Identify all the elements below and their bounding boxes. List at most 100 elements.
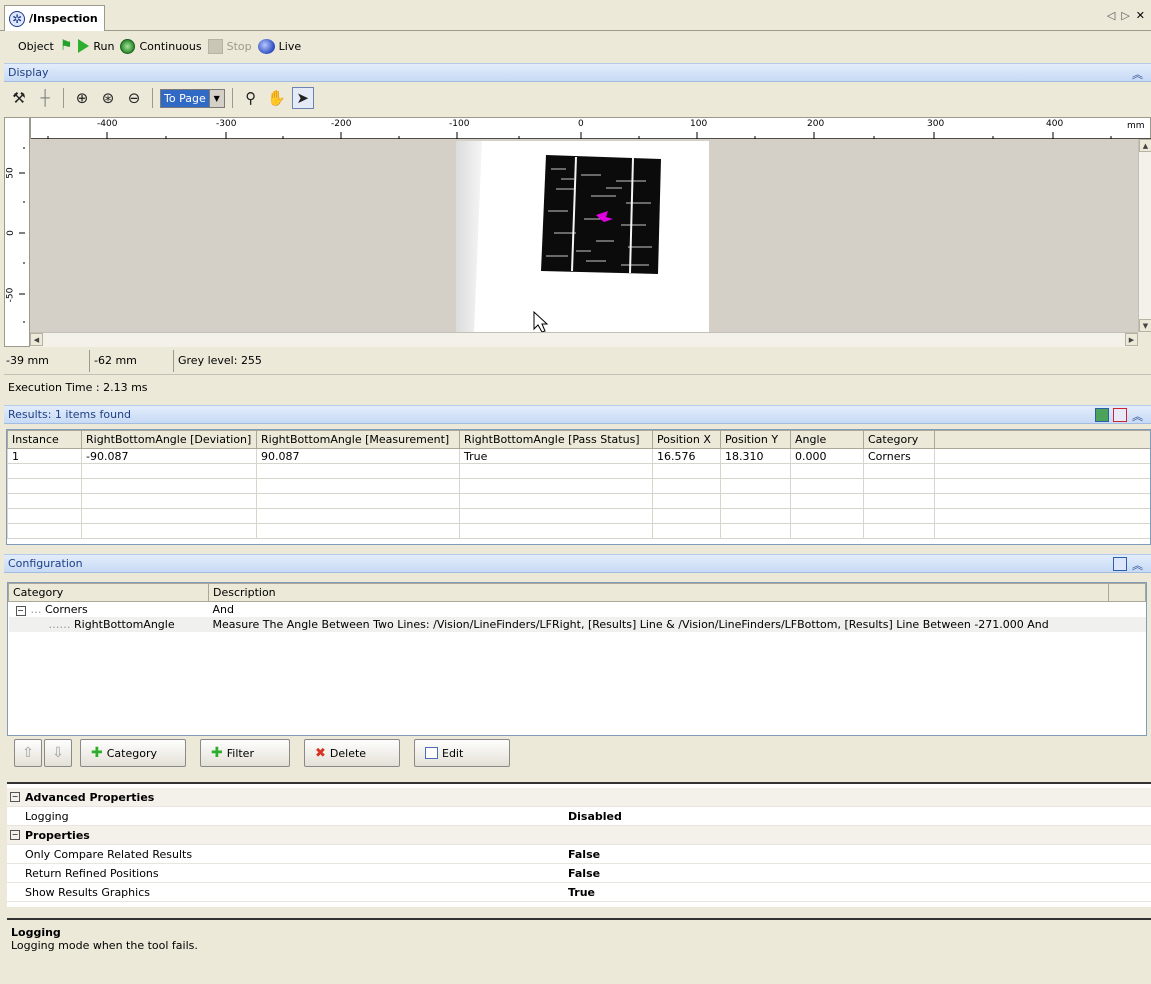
tree-description: Measure The Angle Between Two Lines: /Vi…	[212, 617, 1049, 631]
ruler-label: -200	[331, 119, 352, 129]
property-value[interactable]: Disabled	[560, 810, 1151, 823]
configuration-buttons: ⇧ ⇩ ✚ Category ✚ Filter ✖ Delete Edit	[14, 738, 510, 768]
tree-expand-icon[interactable]: −	[15, 605, 26, 616]
vruler-label: -50	[5, 287, 16, 303]
results-table: Instance RightBottomAngle [Deviation] Ri…	[7, 430, 1150, 539]
move-down-button[interactable]: ⇩	[44, 739, 72, 767]
scroll-right-icon[interactable]: ▶	[1125, 333, 1138, 346]
tree-row-rightbottomangle[interactable]: …… RightBottomAngle Measure The Angle Be…	[8, 616, 1146, 632]
column-header[interactable]: Category	[863, 430, 935, 449]
vertical-ruler: 50 0 -50	[4, 117, 30, 347]
pan-hand-icon[interactable]: ✋	[266, 87, 288, 109]
ruler-label: 100	[690, 119, 708, 129]
description-text: Logging mode when the tool fails.	[11, 939, 198, 952]
column-header[interactable]: Category	[8, 583, 209, 602]
collapse-toggle-icon[interactable]: −	[10, 792, 20, 802]
table-cell: 18.310	[720, 448, 791, 464]
live-camera-icon	[257, 38, 275, 54]
configuration-tree: Category Description −… Corners And …… R…	[7, 582, 1147, 736]
vertical-scrollbar[interactable]: ▲ ▼	[1138, 139, 1151, 332]
property-label: Only Compare Related Results	[25, 847, 193, 861]
magnifier-icon[interactable]: ⚲	[240, 87, 262, 109]
collapse-toggle-icon[interactable]: −	[10, 830, 20, 840]
column-header[interactable]: RightBottomAngle [Deviation]	[81, 430, 257, 449]
pointer-icon[interactable]: ➤	[291, 87, 314, 109]
scroll-up-icon[interactable]: ▲	[1139, 139, 1151, 152]
results-header-row: Instance RightBottomAngle [Deviation] Ri…	[7, 430, 1150, 449]
table-cell: Corners	[863, 448, 935, 464]
tab-close-button[interactable]: ✕	[1136, 9, 1145, 22]
table-row[interactable]: 1 -90.087 90.087 True 16.576 18.310 0.00…	[7, 448, 1150, 464]
collapse-icon[interactable]: ︽	[1132, 66, 1143, 82]
column-header[interactable]: RightBottomAngle [Pass Status]	[459, 430, 653, 449]
flag-button[interactable]: ⚑	[60, 35, 73, 57]
column-header[interactable]: RightBottomAngle [Measurement]	[256, 430, 460, 449]
empty-row	[7, 508, 1150, 524]
property-value[interactable]: True	[560, 886, 1151, 899]
results-section-header[interactable]: Results: 1 items found ︽	[4, 405, 1151, 424]
property-row-logging[interactable]: Logging Disabled	[7, 807, 1151, 826]
collapse-icon[interactable]: ︽	[1132, 408, 1143, 424]
vruler-label: 50	[5, 167, 16, 179]
table-cell: -90.087	[81, 448, 257, 464]
tab-inspection[interactable]: ✲ /Inspection	[4, 5, 105, 31]
display-toolbar: ⚒ ┼ ⊕ ⊛ ⊖ To Page ▼ ⚲ ✋ ➤	[4, 84, 314, 112]
horizontal-scrollbar[interactable]: ◀ ▶	[30, 332, 1138, 347]
configuration-section-header[interactable]: Configuration ︽	[4, 554, 1151, 573]
continuous-button[interactable]: Continuous	[120, 35, 202, 57]
property-row[interactable]: Only Compare Related Results False	[7, 845, 1151, 864]
zoom-fit-icon[interactable]: ⊛	[97, 87, 119, 109]
scroll-down-icon[interactable]: ▼	[1139, 319, 1151, 332]
stop-button[interactable]: Stop	[207, 35, 252, 57]
results-table-container: Instance RightBottomAngle [Deviation] Ri…	[6, 429, 1151, 545]
add-category-button[interactable]: ✚ Category	[80, 739, 186, 767]
column-header[interactable]: Position Y	[720, 430, 791, 449]
delete-button[interactable]: ✖ Delete	[304, 739, 400, 767]
clear-results-icon[interactable]	[1113, 408, 1127, 422]
zoom-select-value: To Page	[161, 89, 209, 107]
column-header[interactable]: Description	[208, 583, 1109, 602]
edit-button[interactable]: Edit	[414, 739, 510, 767]
property-value[interactable]: False	[560, 848, 1151, 861]
status-x-coordinate: -39 mm	[4, 350, 90, 372]
configure-icon[interactable]	[1113, 557, 1127, 571]
scroll-left-icon[interactable]: ◀	[30, 333, 43, 346]
play-icon	[78, 39, 90, 53]
display-section-header[interactable]: Display ︽	[4, 63, 1151, 82]
advanced-properties-group[interactable]: − Advanced Properties	[7, 788, 1151, 807]
zoom-out-icon[interactable]: ⊖	[123, 87, 145, 109]
property-grid: − Advanced Properties Logging Disabled − P…	[7, 782, 1151, 907]
property-row[interactable]: Show Results Graphics True	[7, 883, 1151, 902]
empty-row	[7, 493, 1150, 509]
property-row[interactable]: Return Refined Positions False	[7, 864, 1151, 883]
status-y-coordinate: -62 mm	[90, 350, 174, 372]
zoom-in-icon[interactable]: ⊕	[71, 87, 93, 109]
tab-title: /Inspection	[29, 12, 98, 25]
properties-group[interactable]: − Properties	[7, 826, 1151, 845]
horizontal-ruler: -400 -300 -200 -100 0 100 200 300 400 mm	[30, 117, 1151, 140]
configuration-table: Category Description −… Corners And …… R…	[8, 583, 1146, 632]
column-header[interactable]: Angle	[790, 430, 864, 449]
tools-icon[interactable]: ⚒	[8, 87, 30, 109]
collapse-icon[interactable]: ︽	[1132, 557, 1143, 573]
tree-label: RightBottomAngle	[74, 617, 175, 631]
move-up-button[interactable]: ⇧	[14, 739, 42, 767]
object-menu[interactable]: Object	[18, 35, 54, 57]
crosshair-icon[interactable]: ┼	[34, 87, 56, 109]
export-results-icon[interactable]	[1095, 408, 1109, 422]
arrow-down-icon: ⇩	[52, 745, 64, 761]
continuous-icon	[120, 38, 136, 54]
add-filter-button[interactable]: ✚ Filter	[200, 739, 290, 767]
run-button[interactable]: Run	[78, 35, 114, 57]
zoom-select[interactable]: To Page ▼	[160, 88, 225, 108]
property-label: Logging	[25, 809, 69, 823]
live-button[interactable]: Live	[257, 35, 301, 57]
tree-row-corners[interactable]: −… Corners And	[9, 602, 1146, 617]
column-header[interactable]: Position X	[652, 430, 721, 449]
tab-next-button[interactable]: ▷	[1121, 9, 1129, 22]
tab-prev-button[interactable]: ◁	[1107, 9, 1115, 22]
column-header[interactable]: Instance	[7, 430, 82, 449]
ruler-label: -100	[449, 119, 470, 129]
ruler-label: -300	[216, 119, 237, 129]
property-value[interactable]: False	[560, 867, 1151, 880]
